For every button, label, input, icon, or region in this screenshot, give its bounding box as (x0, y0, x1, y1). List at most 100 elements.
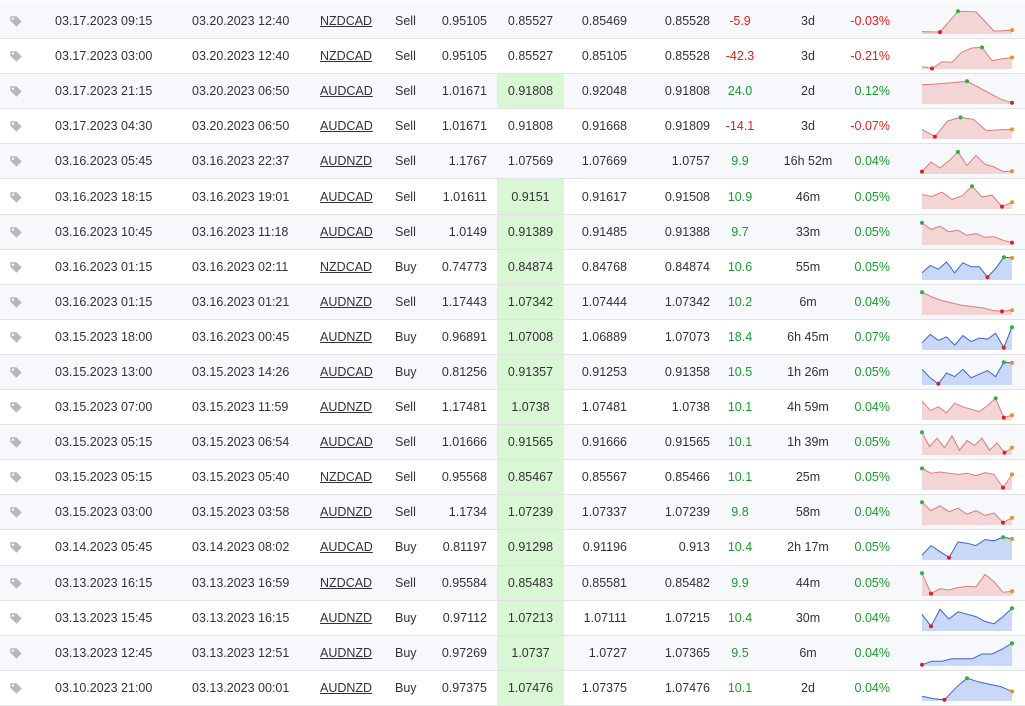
open-time: 03.16.2023 01:15 (55, 259, 153, 274)
trade-duration: 25m (795, 470, 821, 485)
tag-icon[interactable] (8, 179, 24, 213)
trade-sparkline (920, 566, 1014, 600)
symbol-link[interactable]: NZDCAD (320, 250, 372, 284)
table-row: 03.16.2023 01:15 03.16.2023 01:21 AUDNZD… (0, 284, 1025, 320)
sparkline-max-marker (920, 220, 924, 225)
tag-icon[interactable] (8, 601, 24, 635)
sparkline-chart (921, 605, 1014, 631)
profit-pips: 9.5 (731, 645, 749, 660)
sparkline-end-marker (1010, 55, 1014, 60)
price-close: 0.91808 (507, 119, 554, 134)
price-close: 1.0737 (497, 635, 564, 670)
tag-icon[interactable] (8, 566, 24, 600)
trade-sparkline (921, 601, 1014, 635)
symbol-link[interactable]: AUDCAD (320, 425, 373, 459)
symbol-link[interactable]: AUDCAD (320, 355, 373, 389)
trade-duration: 6m (799, 645, 817, 660)
sparkline-chart (920, 220, 1014, 245)
trade-duration: 55m (795, 259, 821, 274)
price-close: 1.0738 (497, 390, 564, 425)
close-time: 03.20.2023 06:50 (192, 119, 290, 134)
price-max: 0.85466 (664, 470, 710, 485)
symbol-link[interactable]: AUDCAD (320, 109, 373, 143)
price-open: 1.17443 (441, 294, 487, 309)
close-time: 03.15.2023 06:54 (192, 435, 290, 450)
tag-icon[interactable] (8, 4, 24, 38)
trade-direction: Buy (395, 610, 417, 625)
profit-pips: 10.1 (727, 680, 753, 695)
sparkline-min-marker (1000, 309, 1004, 314)
tag-icon[interactable] (8, 355, 24, 389)
symbol-link[interactable]: AUDCAD (320, 74, 373, 108)
symbol-link[interactable]: NZDCAD (320, 39, 372, 73)
table-row: 03.17.2023 03:00 03.20.2023 12:40 NZDCAD… (0, 39, 1025, 75)
tag-icon[interactable] (8, 425, 24, 459)
tag-icon[interactable] (8, 495, 24, 529)
tag-icon[interactable] (8, 390, 24, 424)
price-open: 0.97112 (442, 610, 487, 625)
trade-sparkline (921, 320, 1014, 354)
price-max: 0.85482 (664, 575, 710, 590)
sparkline-min-marker (920, 169, 924, 174)
tag-icon[interactable] (8, 74, 24, 108)
trade-duration: 6m (799, 294, 817, 309)
price-min: 0.91253 (581, 364, 627, 379)
symbol-link[interactable]: AUDNZD (320, 671, 372, 705)
price-max: 1.0757 (671, 154, 710, 169)
sparkline-end-marker (1010, 200, 1014, 205)
table-row: 03.13.2023 12:45 03.13.2023 12:51 AUDNZD… (0, 635, 1025, 671)
sparkline-min-marker (930, 66, 934, 71)
price-open: 1.01671 (441, 119, 487, 134)
symbol-link[interactable]: NZDCAD (320, 460, 372, 494)
price-min: 0.85105 (581, 49, 627, 64)
profit-pips: 10.4 (727, 610, 753, 625)
tag-icon[interactable] (8, 215, 24, 249)
price-max: 1.07239 (664, 505, 710, 520)
open-time: 03.14.2023 05:45 (55, 540, 153, 555)
close-time: 03.15.2023 03:58 (192, 505, 290, 520)
price-close: 0.84874 (497, 249, 564, 284)
sparkline-area (922, 256, 1012, 280)
symbol-link[interactable]: AUDCAD (320, 215, 373, 249)
profit-percent: 0.04% (854, 400, 890, 415)
symbol-link[interactable]: AUDNZD (320, 636, 372, 670)
price-min: 1.07337 (581, 505, 627, 520)
symbol-link[interactable]: NZDCAD (320, 566, 372, 600)
close-time: 03.16.2023 19:01 (192, 189, 290, 204)
tag-icon[interactable] (8, 144, 24, 178)
price-open: 0.95584 (441, 575, 487, 590)
price-open: 0.95105 (441, 14, 487, 29)
tag-icon[interactable] (8, 636, 24, 670)
symbol-link[interactable]: AUDNZD (320, 601, 372, 635)
price-close: 0.91298 (497, 530, 564, 565)
symbol-link[interactable]: AUDNZD (320, 495, 372, 529)
tag-icon[interactable] (8, 460, 24, 494)
tag-icon[interactable] (8, 250, 24, 284)
tag-icon[interactable] (8, 671, 24, 705)
tag-icon[interactable] (8, 109, 24, 143)
tag-icon[interactable] (8, 39, 24, 73)
trade-duration: 58m (795, 505, 821, 520)
symbol-link[interactable]: NZDCAD (320, 4, 372, 38)
close-time: 03.13.2023 16:15 (192, 610, 290, 625)
symbol-link[interactable]: AUDNZD (320, 285, 372, 319)
tag-icon[interactable] (8, 285, 24, 319)
symbol-link[interactable]: AUDNZD (320, 144, 372, 178)
symbol-link[interactable]: AUDNZD (320, 390, 372, 424)
profit-percent: 0.05% (854, 575, 890, 590)
tag-icon[interactable] (8, 320, 24, 354)
sparkline-min-marker (985, 274, 990, 279)
open-time: 03.13.2023 16:15 (55, 575, 153, 590)
profit-percent: 0.04% (854, 294, 890, 309)
sparkline-chart (921, 325, 1014, 350)
tag-icon[interactable] (8, 530, 24, 564)
trade-duration: 33m (795, 224, 821, 239)
price-close: 0.85483 (497, 565, 564, 600)
symbol-link[interactable]: AUDCAD (320, 530, 373, 564)
symbol-link[interactable]: AUDCAD (320, 179, 373, 213)
price-open: 0.96891 (441, 329, 487, 344)
symbol-link[interactable]: AUDNZD (320, 320, 372, 354)
close-time: 03.20.2023 12:40 (192, 49, 290, 64)
price-max: 0.85528 (664, 49, 710, 64)
sparkline-end-marker (1010, 169, 1014, 174)
